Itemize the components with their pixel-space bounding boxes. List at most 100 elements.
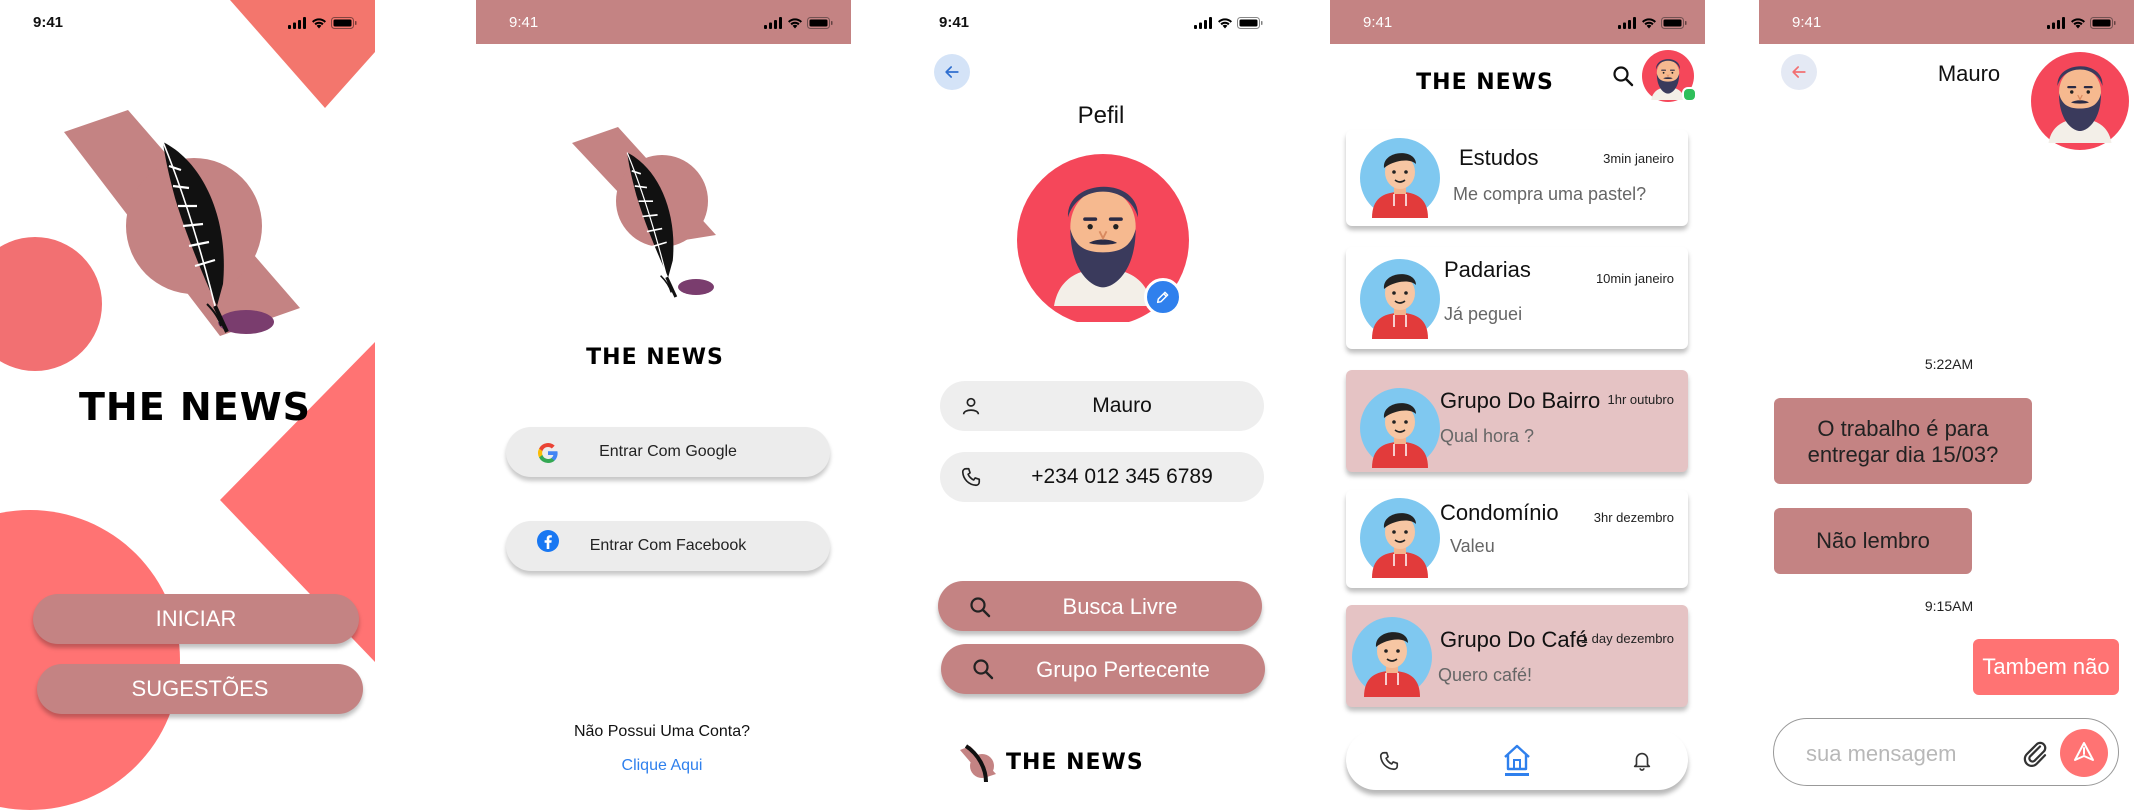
wifi-icon (1217, 17, 1233, 29)
timestamp: 9:15AM (1924, 598, 1974, 614)
chat-message: Quero café! (1438, 665, 1533, 685)
suggestions-button[interactable]: SUGESTÕES (37, 664, 363, 714)
status-icons (764, 16, 833, 34)
battery-icon (807, 17, 833, 29)
chat-time: 3hr dezembro (1593, 510, 1674, 525)
free-search-button[interactable]: Busca Livre (938, 581, 1262, 631)
message-text: Tambem não (1982, 654, 2110, 679)
group-button[interactable]: Grupo Pertecente (941, 644, 1265, 694)
chat-message: Valeu (1450, 536, 1495, 556)
send-icon (2074, 742, 2094, 761)
signal-icon (1194, 17, 1212, 29)
footer-logo-icon (960, 744, 996, 783)
status-time: 9:41 (1792, 14, 1822, 31)
message-bubble-sent: Tambem não (1973, 639, 2119, 695)
group-label: Grupo Pertecente (1036, 657, 1210, 682)
battery-icon (331, 17, 357, 29)
battery-icon (2090, 17, 2116, 29)
chat-name: Padarias (1444, 257, 1531, 282)
facebook-login-label: Entrar Com Facebook (589, 537, 747, 554)
status-time: 9:41 (1363, 14, 1393, 31)
free-search-label: Busca Livre (1062, 594, 1178, 619)
chat-item[interactable]: Padarias 10min janeiro Já peguei (1346, 247, 1688, 349)
contact-name: Mauro (1937, 61, 2001, 86)
avatar-icon (1360, 259, 1440, 339)
message-bubble: Não lembro (1774, 508, 1972, 574)
message-input[interactable]: sua mensagem (1806, 741, 1956, 767)
app-title: THE NEWS (79, 385, 311, 429)
avatar-icon (1360, 388, 1440, 468)
avatar-icon (1360, 498, 1440, 578)
home-icon[interactable] (1501, 742, 1533, 776)
signal-icon (764, 17, 782, 29)
chat-message: Já peguei (1444, 304, 1523, 324)
status-bar: 9:41 (0, 0, 375, 44)
send-button[interactable] (2060, 729, 2108, 777)
battery-icon (1661, 17, 1687, 29)
phone-icon (960, 466, 982, 488)
page-title: Pefil (1077, 102, 1125, 129)
status-time: 9:41 (33, 14, 64, 31)
chat-name: Condomínio (1440, 500, 1559, 525)
back-button[interactable] (1781, 54, 1817, 90)
login-screen: 9:41 THE NEWS Entrar Com Google Entrar C… (476, 0, 851, 812)
avatar-image (2031, 52, 2129, 150)
paperclip-icon[interactable] (2020, 739, 2050, 769)
contact-avatar[interactable] (2031, 52, 2129, 150)
name-value: Mauro (1092, 394, 1152, 417)
footer-brand: THE NEWS (1006, 750, 1144, 775)
status-icons (1194, 16, 1263, 34)
feather-icon (120, 136, 270, 336)
name-field[interactable]: Mauro (940, 381, 1264, 431)
sign-up-link[interactable]: Clique Aqui (476, 757, 848, 775)
chat-name: Estudos (1459, 145, 1539, 170)
wifi-icon (2070, 17, 2086, 29)
bell-icon[interactable] (1631, 748, 1653, 772)
chat-item[interactable]: Grupo Do Bairro 1hr outubro Qual hora ? (1346, 370, 1688, 472)
chat-time: 3min janeiro (1603, 151, 1674, 166)
chat-time: 1hr outubro (1607, 392, 1675, 407)
status-bar: 9:41 (1330, 0, 1705, 44)
signal-icon (2047, 17, 2065, 29)
user-avatar[interactable] (1642, 50, 1697, 102)
wifi-icon (787, 17, 803, 29)
bottom-nav (1346, 730, 1688, 790)
status-icons (1618, 16, 1687, 34)
chat-item[interactable]: Grupo Do Café 1 day dezembro Quero café! (1346, 605, 1688, 707)
chat-time: 10min janeiro (1595, 271, 1674, 286)
online-indicator (1682, 87, 1697, 102)
no-account-text: Não Possui Uma Conta? (573, 723, 751, 740)
status-bar: 9:41 (476, 0, 851, 44)
chat-time: 1 day dezembro (1580, 631, 1674, 646)
feather-icon (604, 148, 699, 300)
message-bubble: O trabalho é para entregar dia 15/03? (1774, 398, 2032, 484)
google-login-button[interactable]: Entrar Com Google (506, 427, 830, 477)
facebook-login-button[interactable]: Entrar Com Facebook (506, 521, 830, 571)
phone-field[interactable]: +234 012 345 6789 (940, 452, 1264, 502)
user-icon (960, 395, 982, 417)
profile-screen: 9:41 Pefil Mauro +234 012 345 6789 Busca… (906, 0, 1281, 812)
pencil-icon (1156, 291, 1169, 304)
chat-message: Me compra uma pastel? (1453, 184, 1647, 204)
status-icons (288, 16, 357, 34)
chat-item[interactable]: Condomínio 3hr dezembro Valeu (1346, 490, 1688, 588)
chat-item[interactable]: Estudos 3min janeiro Me compra uma paste… (1346, 130, 1688, 226)
chat-name: Grupo Do Café (1440, 627, 1588, 652)
status-icons (2047, 16, 2116, 34)
message-composer: sua mensagem (1773, 718, 2119, 786)
search-icon[interactable] (1611, 64, 1635, 88)
splash-screen: 9:41 THE NEWS INICIAR SUGESTÕES (0, 0, 375, 812)
timestamp: 5:22AM (1924, 356, 1974, 372)
signal-icon (1618, 17, 1636, 29)
phone-icon[interactable] (1378, 750, 1400, 772)
status-time: 9:41 (939, 14, 970, 31)
google-login-label: Entrar Com Google (599, 443, 737, 460)
message-text: O trabalho é para entregar dia 15/03? (1807, 416, 1999, 467)
back-button[interactable] (934, 54, 970, 90)
app-title: THE NEWS (586, 345, 724, 370)
edit-avatar-button[interactable] (1144, 278, 1182, 316)
start-button[interactable]: INICIAR (33, 594, 359, 644)
feed-screen: 9:41 THE NEWS Estudos 3min janeiro Me co… (1330, 0, 1705, 812)
battery-icon (1237, 17, 1263, 29)
conversation-screen: 9:41 Mauro 5:22AM O trabalho é para entr… (1759, 0, 2134, 812)
